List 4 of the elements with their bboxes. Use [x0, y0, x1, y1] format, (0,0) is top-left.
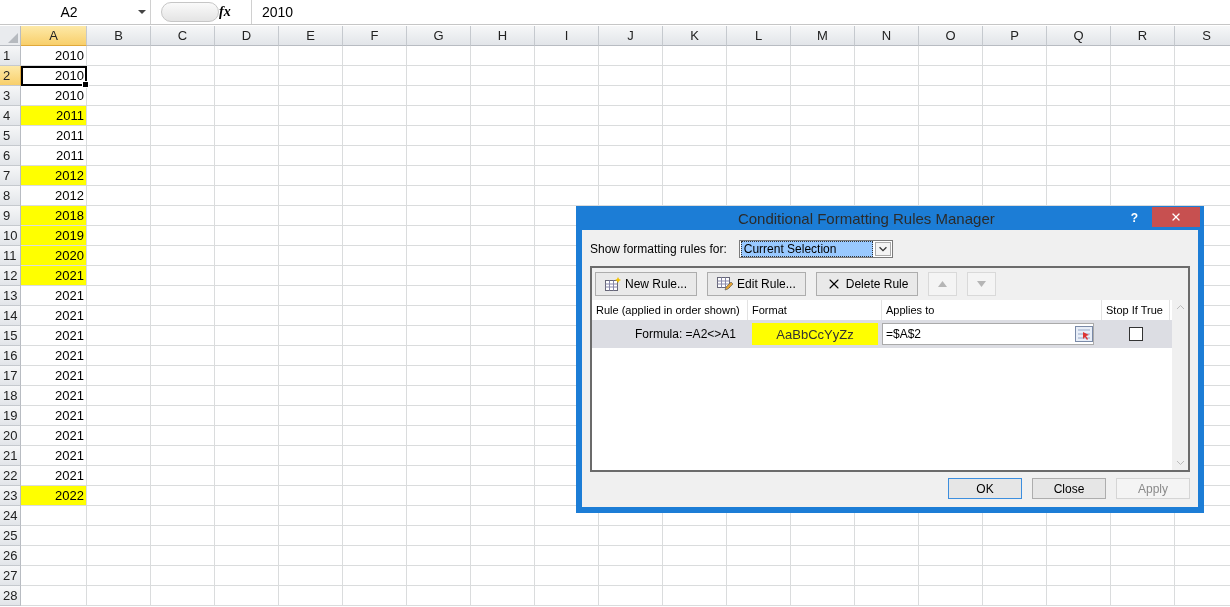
- rule-text: Formula: =A2<>A1: [633, 327, 737, 341]
- format-preview: AaBbCcYyZz: [752, 323, 878, 345]
- show-rules-label: Show formatting rules for:: [590, 242, 727, 256]
- dialog-title: Conditional Formatting Rules Manager: [736, 209, 996, 227]
